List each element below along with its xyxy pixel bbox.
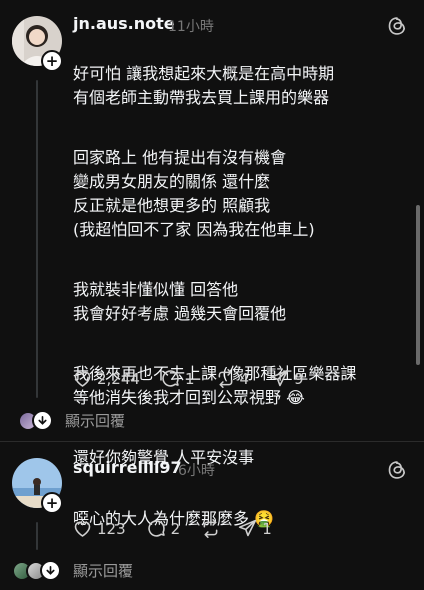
heart-icon bbox=[74, 521, 91, 537]
comment-count: 1 bbox=[184, 369, 195, 388]
post-paragraph: 回家路上 他有提出有沒有機會 變成男女朋友的關係 還什麼 反正就是他想更多的 照… bbox=[73, 148, 315, 239]
like-button[interactable]: 123 bbox=[72, 518, 126, 539]
action-bar: 123 2 1 bbox=[72, 518, 292, 539]
share-button[interactable]: 9 bbox=[269, 368, 304, 389]
like-button[interactable]: 2,244 bbox=[72, 368, 140, 389]
follow-plus-icon[interactable]: + bbox=[41, 492, 63, 514]
action-bar: 2,244 1 4 9 bbox=[72, 368, 324, 389]
comment-count: 2 bbox=[170, 519, 181, 538]
comment-icon bbox=[147, 520, 165, 537]
comment-icon bbox=[162, 370, 179, 387]
follow-plus-icon[interactable]: + bbox=[41, 50, 63, 72]
post-time: 11小時 bbox=[168, 19, 214, 35]
share-button[interactable]: 1 bbox=[237, 518, 272, 539]
repost-button[interactable]: 4 bbox=[215, 368, 250, 389]
scrollbar[interactable] bbox=[416, 205, 420, 365]
thread-line bbox=[36, 522, 38, 550]
post-2: + squirrellll97 6小時 噁心的大人為什麼那麼多 🤮 123 2 … bbox=[0, 442, 424, 590]
view-replies-label[interactable]: 顯示回覆 bbox=[65, 410, 125, 431]
view-replies-row[interactable]: 顯示回覆 bbox=[18, 410, 125, 431]
chevron-down-icon bbox=[40, 560, 61, 581]
repost-icon bbox=[203, 518, 218, 539]
share-icon bbox=[270, 369, 289, 387]
post-time: 6小時 bbox=[178, 463, 215, 479]
view-replies-label[interactable]: 顯示回覆 bbox=[73, 560, 133, 581]
username[interactable]: jn.aus.note bbox=[73, 14, 175, 33]
threads-icon[interactable] bbox=[387, 16, 407, 36]
repost-button[interactable] bbox=[200, 518, 225, 539]
post-1: + jn.aus.note 11小時 好可怕 讓我想起來大概是在高中時期 有個老… bbox=[0, 0, 424, 467]
thread-line bbox=[36, 80, 38, 398]
comment-button[interactable]: 1 bbox=[160, 368, 195, 389]
like-count: 123 bbox=[97, 519, 126, 538]
view-replies-row[interactable]: 顯示回覆 bbox=[12, 560, 133, 581]
heart-icon bbox=[74, 371, 91, 387]
like-count: 2,244 bbox=[97, 369, 140, 388]
share-count: 1 bbox=[262, 519, 272, 538]
comment-button[interactable]: 2 bbox=[146, 518, 181, 539]
username[interactable]: squirrellll97 bbox=[73, 458, 182, 477]
post-paragraph: 我就裝非懂似懂 回答他 我會好好考慮 過幾天會回覆他 bbox=[73, 280, 287, 323]
share-icon bbox=[239, 519, 257, 537]
post-paragraph: 好可怕 讓我想起來大概是在高中時期 有個老師主動帶我去買上課用的樂器 bbox=[73, 64, 335, 107]
share-count: 9 bbox=[294, 369, 304, 388]
repost-icon bbox=[218, 368, 232, 389]
repost-count: 4 bbox=[239, 369, 250, 388]
threads-icon[interactable] bbox=[387, 460, 407, 480]
chevron-down-icon bbox=[32, 410, 53, 431]
